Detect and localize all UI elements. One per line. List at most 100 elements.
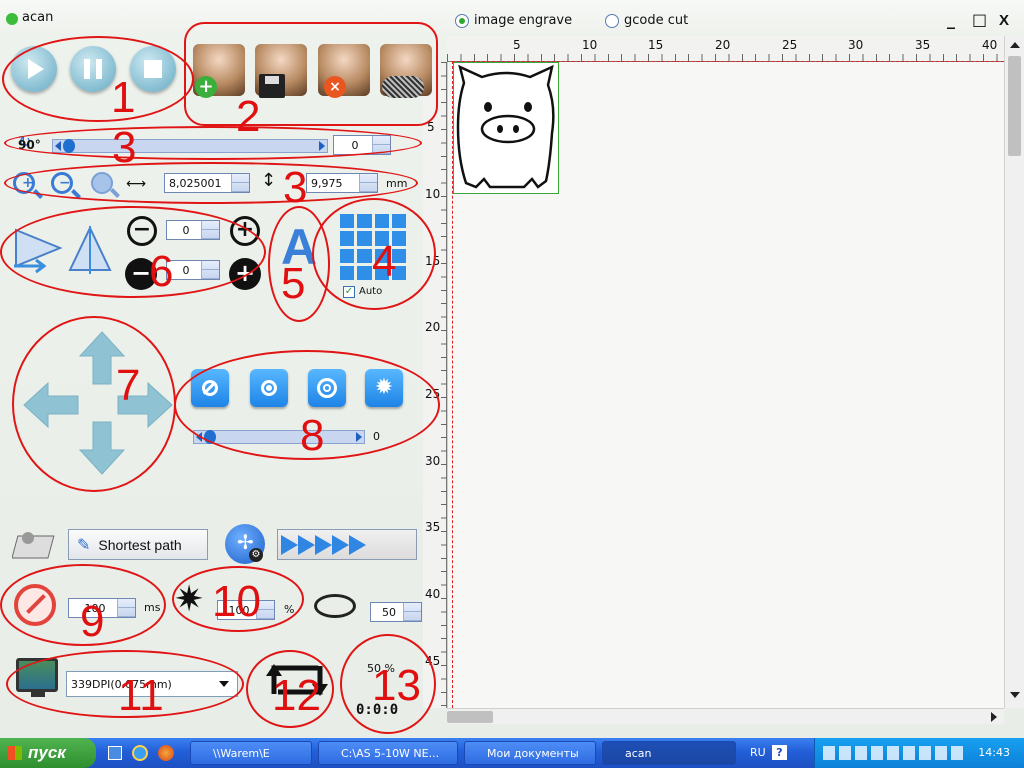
mode-off-button[interactable] [191, 369, 229, 407]
vertical-scroll-thumb[interactable] [1008, 56, 1021, 156]
annotation-13: 13 [372, 661, 421, 710]
flip-vertical-icon[interactable] [66, 224, 114, 279]
task-folder[interactable]: C:\AS 5-10W NE... [318, 741, 458, 765]
quick-launch[interactable] [108, 744, 180, 762]
scroll-down-icon[interactable] [1010, 692, 1020, 698]
height-field[interactable]: 9,975 [306, 173, 378, 193]
image-mask-button[interactable] [380, 44, 432, 98]
mode-large-dot-button[interactable] [308, 369, 346, 407]
burn-time-icon[interactable] [14, 584, 56, 626]
annotation-5: 5 [281, 259, 306, 308]
task-acan[interactable]: acan [602, 741, 736, 765]
chevron-down-icon[interactable] [219, 681, 229, 687]
depth-field[interactable]: 50 [370, 602, 422, 622]
flip-horizontal-icon[interactable] [12, 226, 64, 279]
shortest-path-label: Shortest path [98, 536, 182, 553]
help-icon[interactable]: ? [772, 745, 787, 760]
move-gear-icon[interactable]: ✢ ⚙ [225, 524, 265, 564]
scroll-up-icon[interactable] [1010, 42, 1020, 48]
auto-checkbox[interactable]: ✓ [343, 286, 355, 298]
task-documents[interactable]: Мои документы [464, 741, 596, 765]
tray-icons[interactable] [823, 746, 963, 760]
zoom-reset-icon[interactable] [91, 172, 120, 198]
plus-x-icon[interactable]: + [230, 216, 260, 246]
shortest-path-button[interactable]: ✎ Shortest path [68, 529, 208, 560]
burn-time-unit: ms [144, 601, 161, 614]
zoom-out-icon[interactable]: − [51, 172, 81, 199]
annotation-7: 7 [116, 361, 141, 410]
height-arrows-icon: ↕ [261, 170, 277, 191]
mode-power-slider[interactable] [193, 430, 365, 444]
annotation-11: 11 [118, 671, 164, 720]
annotation-1: 1 [111, 73, 136, 122]
save-image-button[interactable] [255, 44, 307, 98]
speed-progress[interactable] [277, 529, 417, 560]
radio-image-engrave-label: image engrave [474, 13, 573, 28]
taskbar: пуск \\Warem\E C:\AS 5-10W NE... Мои док… [0, 738, 1024, 768]
task-warem[interactable]: \\Warem\E [190, 741, 312, 765]
radio-gcode-cut[interactable] [605, 14, 619, 28]
annotation-9: 9 [80, 597, 105, 646]
plus-y-icon[interactable]: + [229, 258, 261, 290]
ie-icon[interactable] [132, 745, 148, 761]
annotation-6: 6 [149, 247, 174, 296]
move-down-icon[interactable] [78, 420, 126, 479]
pause-button[interactable] [70, 46, 116, 92]
mode-power-value: 0 [373, 430, 380, 443]
desktop-icon[interactable] [108, 746, 122, 760]
monitor-icon [16, 658, 58, 697]
floppy-icon [259, 74, 285, 98]
firefox-icon[interactable] [158, 745, 174, 761]
annotation-2: 2 [236, 92, 261, 141]
horizontal-scrollbar[interactable] [447, 708, 1004, 724]
clock: 14:43 [978, 746, 1010, 759]
pause-icon [84, 59, 102, 79]
rotate-slider[interactable] [52, 139, 328, 153]
burst-icon: ✹ [374, 375, 394, 400]
target-icon [317, 378, 337, 398]
width-arrows-icon: ⟷ [126, 176, 147, 192]
zoom-in-icon[interactable]: + [13, 172, 43, 199]
language-indicator[interactable]: RU [750, 746, 766, 759]
offset-x-field[interactable]: 0 [166, 220, 220, 240]
mode-small-dot-button[interactable] [250, 369, 288, 407]
vertical-scrollbar[interactable] [1004, 36, 1024, 708]
engrave-image[interactable] [453, 62, 559, 194]
annotation-3-upper: 3 [112, 123, 137, 172]
window-title: acan [22, 10, 54, 25]
stop-icon [144, 60, 162, 78]
windows-flag-icon [8, 746, 22, 760]
radio-image-engrave[interactable] [455, 14, 469, 28]
horizontal-scroll-thumb[interactable] [447, 711, 493, 723]
scroll-right-icon[interactable] [991, 712, 997, 722]
remove-image-button[interactable]: × [318, 44, 370, 98]
annotation-4: 4 [372, 237, 397, 286]
size-unit: mm [386, 177, 408, 190]
machine-icon[interactable] [11, 528, 62, 562]
mode-burst-button[interactable]: ✹ [365, 369, 403, 407]
depth-icon[interactable] [314, 594, 356, 618]
width-field[interactable]: 8,025001 [164, 173, 250, 193]
laser-burst-icon[interactable]: ✷ [174, 582, 204, 618]
close-red-icon: × [324, 76, 346, 98]
start-button-os[interactable]: пуск [0, 738, 96, 768]
close-button[interactable]: X [999, 12, 1009, 29]
minimize-button[interactable]: _ [947, 10, 955, 29]
rotate-value-field[interactable]: 0 [333, 135, 391, 155]
rotate-label: 90° [18, 138, 41, 152]
maximize-button[interactable]: □ [972, 10, 987, 29]
add-image-button[interactable]: + [193, 44, 245, 98]
laser-power-unit: % [284, 603, 295, 616]
move-left-icon[interactable] [22, 381, 80, 432]
top-ruler: 5 10 15 20 25 30 35 40 [447, 36, 1004, 62]
start-button[interactable] [11, 46, 57, 92]
start-label: пуск [28, 743, 66, 762]
annotation-12: 12 [272, 671, 321, 720]
play-icon [28, 59, 44, 79]
stop-button[interactable] [130, 46, 176, 92]
path-pencil-icon: ✎ [77, 535, 91, 554]
auto-checkbox-label: Auto [359, 286, 383, 297]
annotation-3-lower: 3 [283, 163, 308, 212]
offset-y-field[interactable]: 0 [166, 260, 220, 280]
minus-x-icon[interactable]: − [127, 216, 157, 246]
